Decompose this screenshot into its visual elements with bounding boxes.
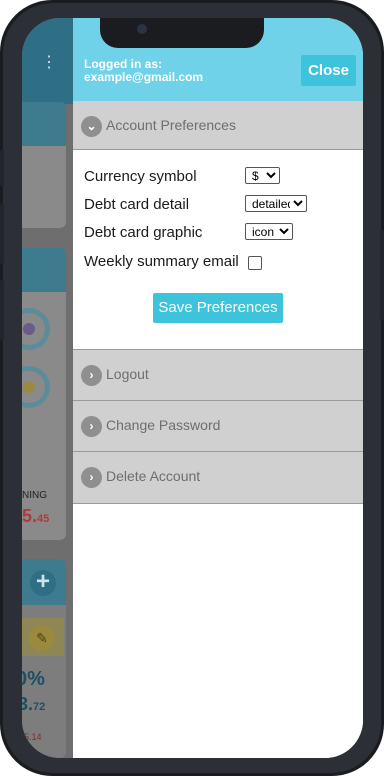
chevron-right-icon: › [81,467,102,488]
section-logout[interactable]: › Logout [73,349,363,401]
debt-card-graphic-label: Debt card graphic [84,224,203,241]
amount-big: 3. [22,694,34,714]
background-card-1-header [22,102,66,146]
amount-text: 3.72 [22,694,45,715]
background-app: ⋮ NING 5.45 + ✎ % 3.72 5.14 [22,18,73,758]
phone-side-button-left-1 [0,150,4,186]
phone-side-button-right [380,230,384,320]
camera-notch [100,18,264,48]
phone-side-button-left-3 [0,280,4,340]
ring-inner-icon [23,381,35,393]
close-button[interactable]: Close [301,55,356,86]
debt-card-detail-select[interactable]: detailed [245,195,307,212]
pencil-icon: ✎ [29,625,55,651]
background-card-2: NING 5.45 [22,248,66,540]
menu-dots-icon: ⋮ [41,54,57,71]
section-label: Delete Account [106,468,201,484]
camera-icon [137,24,147,34]
progress-ring-icon [22,308,50,350]
chevron-down-icon: ⌄ [81,116,102,137]
section-label: Account Preferences [106,117,236,133]
save-preferences-button[interactable]: Save Preferences [153,293,283,323]
background-card-1 [22,102,66,228]
chevron-right-icon: › [81,365,102,386]
chevron-right-icon: › [81,416,102,437]
remaining-amount-small: 45 [37,513,50,525]
percent-text: 0% [22,668,45,690]
debt-card-detail-label: Debt card detail [84,196,190,213]
amount-small: 72 [33,701,46,713]
background-app-header: ⋮ [22,18,73,104]
section-change-password[interactable]: › Change Password [73,401,363,452]
add-icon: + [30,570,56,596]
phone-screen: ⋮ NING 5.45 + ✎ % 3.72 5.14 Logged in as… [22,18,363,758]
section-label: Logout [106,366,149,382]
currency-symbol-select[interactable]: $ [245,167,280,184]
background-card-2-header [22,248,66,292]
debt-card-graphic-select[interactable]: icon [245,223,293,240]
currency-symbol-label: Currency symbol [84,168,197,185]
drawer-empty-area [73,504,363,758]
section-delete-account[interactable]: › Delete Account [73,452,363,504]
footer-amount-text: 5.14 [24,732,42,742]
phone-side-button-left-2 [0,204,4,264]
logged-in-info: Logged in as: example@gmail.com [84,58,203,84]
phone-frame: ⋮ NING 5.45 + ✎ % 3.72 5.14 Logged in as… [0,0,384,776]
section-account-preferences[interactable]: ⌄ Account Preferences [73,101,363,150]
progress-ring-icon [22,366,50,408]
section-label: Change Password [106,417,221,433]
remaining-amount-big: 5. [22,506,38,526]
remaining-amount: 5.45 [22,506,49,527]
ring-inner-icon [23,323,35,335]
weekly-summary-email-label: Weekly summary email [84,253,239,270]
remaining-label: NING [22,490,47,501]
user-email: example@gmail.com [84,70,204,84]
settings-drawer: Logged in as: example@gmail.com Close ⌄ … [73,18,363,758]
weekly-summary-email-checkbox[interactable] [248,256,262,270]
